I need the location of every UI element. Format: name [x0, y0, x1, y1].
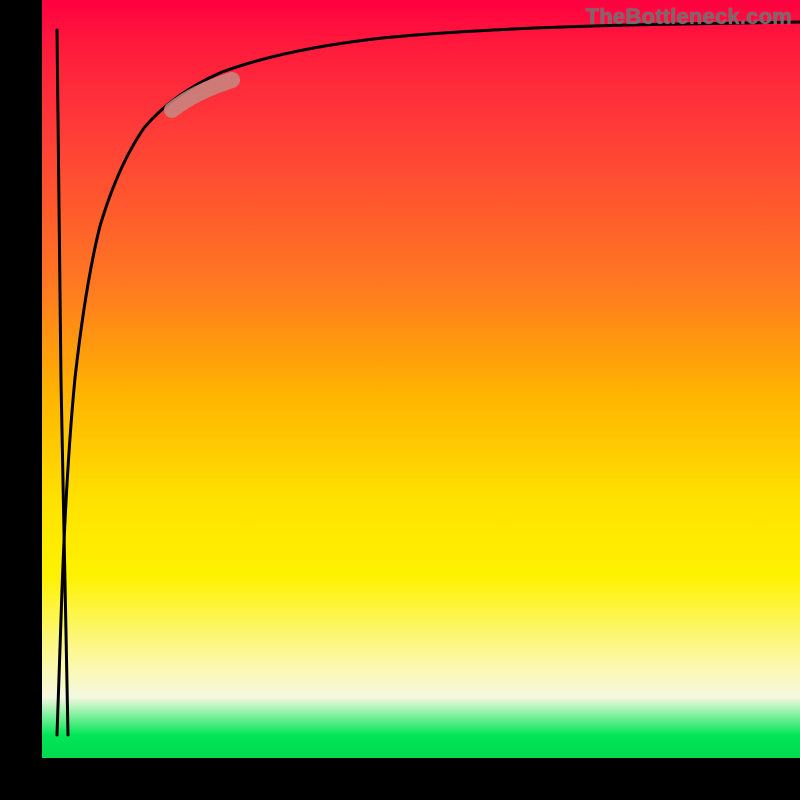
chart-stage: TheBottleneck.com: [0, 0, 800, 800]
highlight-marker: [172, 80, 232, 110]
bottleneck-curve: [42, 0, 800, 758]
main-curve-line: [57, 22, 800, 735]
plot-area: TheBottleneck.com: [42, 0, 800, 758]
x-axis-frame: [0, 758, 800, 800]
initial-drop-line: [57, 30, 68, 735]
y-axis-frame: [0, 0, 42, 800]
